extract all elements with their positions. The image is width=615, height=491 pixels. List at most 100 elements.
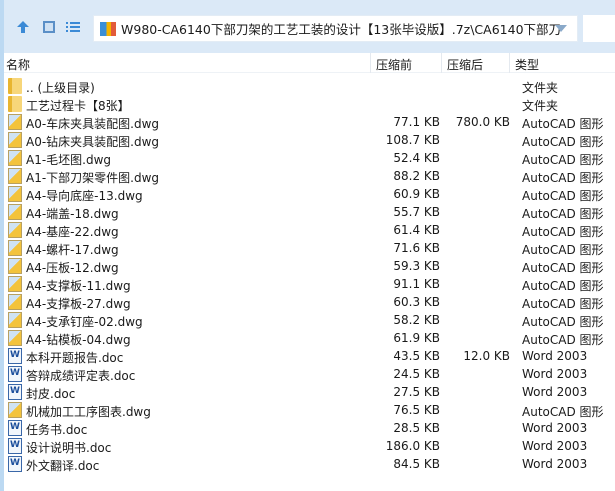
file-name: 任务书.doc <box>26 423 88 437</box>
size-before: 27.5 KB <box>393 385 440 399</box>
size-before: 88.2 KB <box>393 169 440 183</box>
word-file-icon <box>8 438 22 454</box>
size-before: 84.5 KB <box>393 457 440 471</box>
archive-icon <box>100 21 116 36</box>
file-row[interactable]: 本科开题报告.doc 43.5 KB 12.0 KB Word 2003 <box>4 347 615 365</box>
file-name: A4-基座-22.dwg <box>26 225 119 239</box>
file-row[interactable]: A1-毛坯图.dwg 52.4 KB AutoCAD 图形 <box>4 149 615 167</box>
list-view-icon[interactable] <box>66 20 80 34</box>
file-type: AutoCAD 图形 <box>522 279 604 293</box>
address-bar[interactable]: W980-CA6140下部刀架的工艺工装的设计【13张毕设版】.7z\CA614… <box>93 15 578 42</box>
size-before: 61.9 KB <box>393 331 440 345</box>
column-divider[interactable] <box>441 53 442 73</box>
file-name: A4-端盖-18.dwg <box>26 207 119 221</box>
autocad-file-icon <box>8 276 22 292</box>
word-file-icon <box>8 366 22 382</box>
autocad-file-icon <box>8 240 22 256</box>
chevron-down-icon[interactable] <box>555 25 567 32</box>
column-divider[interactable] <box>509 53 510 73</box>
file-type: 文件夹 <box>522 99 559 113</box>
size-after: 780.0 KB <box>455 115 510 129</box>
size-before: 55.7 KB <box>393 205 440 219</box>
column-header: 名称 压缩前 压缩后 类型 <box>4 53 615 73</box>
autocad-file-icon <box>8 294 22 310</box>
file-row[interactable]: A4-端盖-18.dwg 55.7 KB AutoCAD 图形 <box>4 203 615 221</box>
file-name: 机械加工工序图表.dwg <box>26 405 151 419</box>
file-row[interactable]: A4-基座-22.dwg 61.4 KB AutoCAD 图形 <box>4 221 615 239</box>
file-type: AutoCAD 图形 <box>522 405 604 419</box>
file-type: 文件夹 <box>522 81 559 95</box>
file-name: A1-下部刀架零件图.dwg <box>26 171 160 185</box>
autocad-file-icon <box>8 222 22 238</box>
file-name: A4-支撑板-11.dwg <box>26 279 131 293</box>
file-row[interactable]: 设计说明书.doc 186.0 KB Word 2003 <box>4 437 615 455</box>
size-before: 59.3 KB <box>393 259 440 273</box>
column-post[interactable]: 压缩后 <box>447 56 483 73</box>
file-type: AutoCAD 图形 <box>522 225 604 239</box>
autocad-file-icon <box>8 114 22 130</box>
folder-icon <box>8 96 22 112</box>
thumbnail-view-icon[interactable] <box>42 20 56 34</box>
file-type: AutoCAD 图形 <box>522 333 604 347</box>
autocad-file-icon <box>8 258 22 274</box>
autocad-file-icon <box>8 330 22 346</box>
file-type: AutoCAD 图形 <box>522 117 604 131</box>
autocad-file-icon <box>8 312 22 328</box>
file-row[interactable]: A0-钻床夹具装配图.dwg 108.7 KB AutoCAD 图形 <box>4 131 615 149</box>
size-after: 12.0 KB <box>463 349 510 363</box>
file-name: A0-钻床夹具装配图.dwg <box>26 135 160 149</box>
file-type: AutoCAD 图形 <box>522 297 604 311</box>
autocad-file-icon <box>8 204 22 220</box>
file-name: 封皮.doc <box>26 387 76 401</box>
file-row[interactable]: A4-钻模板-04.dwg 61.9 KB AutoCAD 图形 <box>4 329 615 347</box>
word-file-icon <box>8 348 22 364</box>
column-pre[interactable]: 压缩前 <box>376 56 412 73</box>
file-row[interactable]: 工艺过程卡【8张】 文件夹 <box>4 95 615 113</box>
file-name: A4-压板-12.dwg <box>26 261 119 275</box>
file-name: A4-支承钉座-02.dwg <box>26 315 143 329</box>
file-row[interactable]: 任务书.doc 28.5 KB Word 2003 <box>4 419 615 437</box>
size-before: 52.4 KB <box>393 151 440 165</box>
size-before: 58.2 KB <box>393 313 440 327</box>
file-type: Word 2003 <box>522 439 588 453</box>
size-before: 60.3 KB <box>393 295 440 309</box>
file-name: A1-毛坯图.dwg <box>26 153 112 167</box>
file-name: 外文翻译.doc <box>26 459 100 473</box>
file-row[interactable]: A0-车床夹具装配图.dwg 77.1 KB 780.0 KB AutoCAD … <box>4 113 615 131</box>
file-type: AutoCAD 图形 <box>522 315 604 329</box>
file-row[interactable]: A4-支撑板-11.dwg 91.1 KB AutoCAD 图形 <box>4 275 615 293</box>
size-before: 91.1 KB <box>393 277 440 291</box>
file-name: 答辩成绩评定表.doc <box>26 369 136 383</box>
file-name: 本科开题报告.doc <box>26 351 124 365</box>
file-row[interactable]: A4-压板-12.dwg 59.3 KB AutoCAD 图形 <box>4 257 615 275</box>
file-row[interactable]: .. (上级目录) 文件夹 <box>4 77 615 95</box>
file-row[interactable]: 外文翻译.doc 84.5 KB Word 2003 <box>4 455 615 473</box>
file-type: Word 2003 <box>522 367 588 381</box>
file-type: AutoCAD 图形 <box>522 153 604 167</box>
column-name[interactable]: 名称 <box>6 56 30 73</box>
size-before: 71.6 KB <box>393 241 440 255</box>
folder-icon <box>8 78 22 94</box>
file-row[interactable]: A4-导向底座-13.dwg 60.9 KB AutoCAD 图形 <box>4 185 615 203</box>
file-name: 设计说明书.doc <box>26 441 112 455</box>
file-row[interactable]: 机械加工工序图表.dwg 76.5 KB AutoCAD 图形 <box>4 401 615 419</box>
file-row[interactable]: 封皮.doc 27.5 KB Word 2003 <box>4 383 615 401</box>
file-row[interactable]: 答辩成绩评定表.doc 24.5 KB Word 2003 <box>4 365 615 383</box>
file-row[interactable]: A4-螺杆-17.dwg 71.6 KB AutoCAD 图形 <box>4 239 615 257</box>
file-row[interactable]: A1-下部刀架零件图.dwg 88.2 KB AutoCAD 图形 <box>4 167 615 185</box>
column-type[interactable]: 类型 <box>515 56 539 73</box>
column-divider[interactable] <box>370 53 371 73</box>
file-type: AutoCAD 图形 <box>522 189 604 203</box>
file-type: AutoCAD 图形 <box>522 261 604 275</box>
file-type: Word 2003 <box>522 349 588 363</box>
toolbar: W980-CA6140下部刀架的工艺工装的设计【13张毕设版】.7z\CA614… <box>0 0 615 53</box>
address-path: W980-CA6140下部刀架的工艺工装的设计【13张毕设版】.7z\CA614… <box>121 22 561 37</box>
file-row[interactable]: A4-支承钉座-02.dwg 58.2 KB AutoCAD 图形 <box>4 311 615 329</box>
size-before: 43.5 KB <box>393 349 440 363</box>
file-row[interactable]: A4-支撑板-27.dwg 60.3 KB AutoCAD 图形 <box>4 293 615 311</box>
word-file-icon <box>8 384 22 400</box>
up-arrow-icon[interactable] <box>16 20 30 34</box>
search-box[interactable] <box>583 15 615 42</box>
word-file-icon <box>8 420 22 436</box>
file-name: A0-车床夹具装配图.dwg <box>26 117 160 131</box>
